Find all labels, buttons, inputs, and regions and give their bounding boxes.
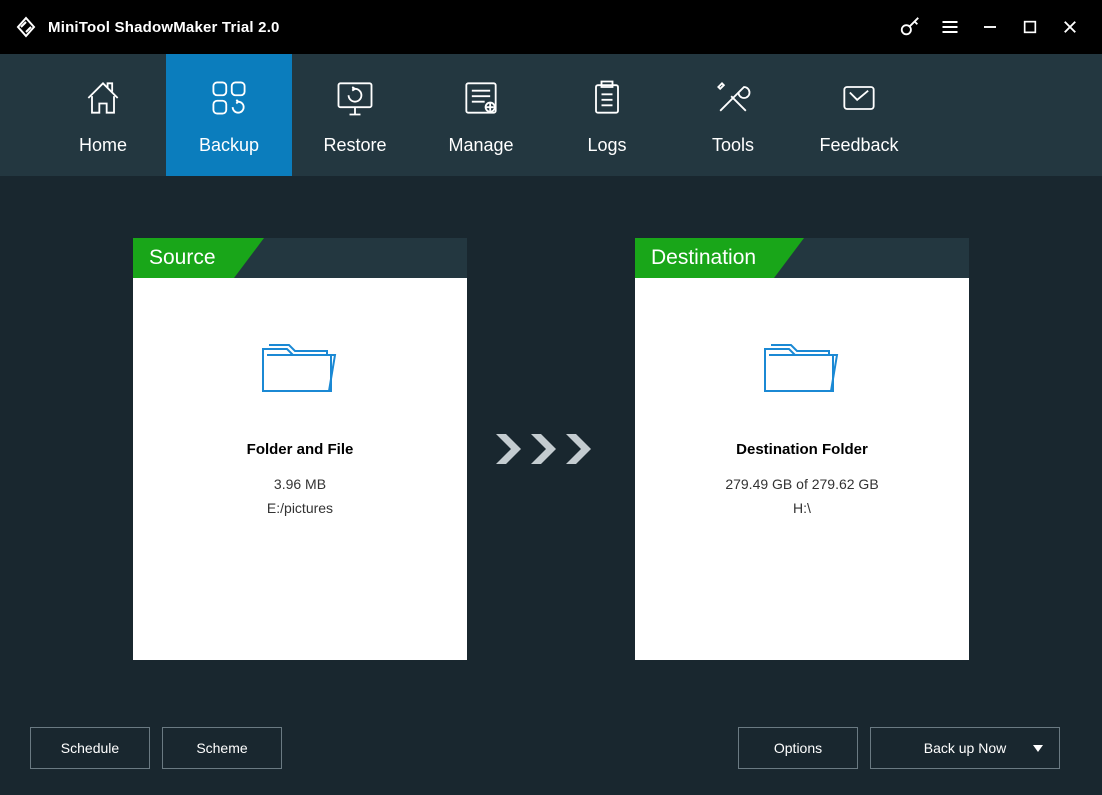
scheme-button[interactable]: Scheme [162, 727, 282, 769]
menu-icon[interactable] [930, 7, 970, 47]
close-button[interactable] [1050, 7, 1090, 47]
arrow-icon [491, 429, 611, 469]
titlebar: MiniTool ShadowMaker Trial 2.0 [0, 0, 1102, 54]
cards-row: Source Folder and File 3.96 MB E:/pictur… [30, 176, 1072, 660]
restore-icon [333, 75, 377, 121]
nav-label: Manage [448, 135, 513, 156]
backup-now-label: Back up Now [924, 740, 1006, 756]
key-icon[interactable] [890, 7, 930, 47]
home-icon [81, 75, 125, 121]
backup-icon [207, 75, 251, 121]
nav-manage[interactable]: Manage [418, 54, 544, 176]
source-heading: Folder and File [247, 441, 354, 458]
nav-label: Restore [323, 135, 386, 156]
nav-label: Backup [199, 135, 259, 156]
chevron-down-icon [1033, 740, 1043, 756]
destination-body: Destination Folder 279.49 GB of 279.62 G… [635, 278, 969, 660]
folder-icon [759, 333, 845, 393]
source-tag-label: Source [149, 246, 216, 270]
maximize-button[interactable] [1010, 7, 1050, 47]
destination-card[interactable]: Destination Destination Folder 279.49 GB… [635, 238, 969, 660]
nav-restore[interactable]: Restore [292, 54, 418, 176]
nav-label: Home [79, 135, 127, 156]
destination-path: H:\ [793, 500, 811, 516]
content-area: Source Folder and File 3.96 MB E:/pictur… [0, 176, 1102, 795]
nav-label: Tools [712, 135, 754, 156]
logs-icon [585, 75, 629, 121]
source-body: Folder and File 3.96 MB E:/pictures [133, 278, 467, 660]
source-tag: Source [133, 238, 234, 278]
minimize-button[interactable] [970, 7, 1010, 47]
destination-tag-label: Destination [651, 246, 756, 270]
app-logo-icon [14, 15, 38, 39]
bottom-bar: Schedule Scheme Options Back up Now [30, 727, 1072, 769]
tools-icon [711, 75, 755, 121]
manage-icon [459, 75, 503, 121]
source-size: 3.96 MB [274, 476, 326, 492]
destination-heading: Destination Folder [736, 441, 868, 458]
nav-feedback[interactable]: Feedback [796, 54, 922, 176]
nav-label: Logs [587, 135, 626, 156]
nav-home[interactable]: Home [40, 54, 166, 176]
backup-now-button[interactable]: Back up Now [870, 727, 1060, 769]
feedback-icon [837, 75, 881, 121]
main-nav: Home Backup Restore Manage Logs Tools [0, 54, 1102, 176]
destination-tag: Destination [635, 238, 774, 278]
destination-size: 279.49 GB of 279.62 GB [725, 476, 878, 492]
folder-icon [257, 333, 343, 393]
options-button[interactable]: Options [738, 727, 858, 769]
nav-tools[interactable]: Tools [670, 54, 796, 176]
source-card[interactable]: Source Folder and File 3.96 MB E:/pictur… [133, 238, 467, 660]
nav-label: Feedback [819, 135, 898, 156]
nav-backup[interactable]: Backup [166, 54, 292, 176]
source-path: E:/pictures [267, 500, 333, 516]
schedule-button[interactable]: Schedule [30, 727, 150, 769]
app-title: MiniTool ShadowMaker Trial 2.0 [48, 19, 280, 36]
nav-logs[interactable]: Logs [544, 54, 670, 176]
